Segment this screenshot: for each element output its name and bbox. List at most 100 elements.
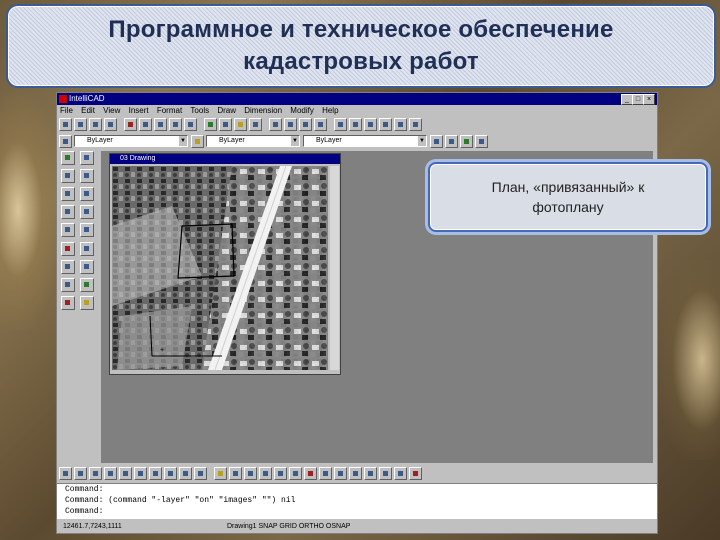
menu-insert[interactable]: Insert <box>129 106 149 115</box>
menu-dimension[interactable]: Dimension <box>244 106 282 115</box>
area-icon[interactable] <box>274 466 287 480</box>
osnap-intersection-icon[interactable] <box>89 466 102 480</box>
trim-icon[interactable] <box>61 241 75 256</box>
background-glow-right <box>660 260 720 460</box>
osnap-nearest-icon[interactable] <box>179 466 192 480</box>
scale-icon[interactable] <box>80 223 94 238</box>
osnap-quadrant-icon[interactable] <box>119 466 132 480</box>
linetype-icon[interactable] <box>249 117 262 131</box>
point-icon[interactable] <box>80 151 94 165</box>
select-icon[interactable] <box>61 151 75 165</box>
list-icon[interactable] <box>475 134 488 148</box>
osnap-endpoint-icon[interactable] <box>59 466 72 480</box>
osnap-center-icon[interactable] <box>104 466 117 480</box>
pencil-icon[interactable] <box>214 466 227 480</box>
menu-view[interactable]: View <box>103 106 120 115</box>
redo-icon[interactable] <box>184 117 197 131</box>
osnap-node-icon[interactable] <box>164 466 177 480</box>
command-prompt[interactable]: Command: <box>65 506 657 517</box>
menu-modify[interactable]: Modify <box>290 106 314 115</box>
close-button[interactable]: × <box>643 94 655 105</box>
layer-select[interactable]: ByLayer ▼ <box>74 135 188 147</box>
rectangle-icon[interactable] <box>394 117 407 131</box>
pan-icon[interactable] <box>269 117 282 131</box>
layer-manager-icon[interactable] <box>59 134 72 148</box>
fillet-icon[interactable] <box>61 277 75 292</box>
block-icon[interactable] <box>319 466 332 480</box>
status-modes[interactable]: Drawing1 SNAP GRID ORTHO OSNAP <box>227 521 350 533</box>
attribute-icon[interactable] <box>334 466 347 480</box>
mirror-icon[interactable] <box>80 187 94 202</box>
line-icon[interactable] <box>334 117 347 131</box>
callout-line-2: фотоплану <box>532 199 604 215</box>
menu-bar: File Edit View Insert Format Tools Draw … <box>57 105 657 116</box>
erase-icon[interactable] <box>80 169 94 184</box>
osnap-insert-icon[interactable] <box>194 466 207 480</box>
app-icon <box>59 95 67 103</box>
stop-icon[interactable] <box>304 466 317 480</box>
new-file-icon[interactable] <box>59 117 72 131</box>
arc-icon[interactable] <box>364 117 377 131</box>
menu-tools[interactable]: Tools <box>190 106 209 115</box>
circle-icon[interactable] <box>379 117 392 131</box>
image-manager-icon[interactable] <box>364 466 377 480</box>
explode-icon[interactable] <box>80 277 94 292</box>
color-icon[interactable] <box>234 117 247 131</box>
chamfer-icon[interactable] <box>80 259 94 274</box>
view-icon[interactable] <box>394 466 407 480</box>
paste-icon[interactable] <box>154 117 167 131</box>
move-icon[interactable] <box>61 169 75 184</box>
save-icon[interactable] <box>89 117 102 131</box>
color-select[interactable]: ByLayer ▼ <box>206 135 300 147</box>
plot-style-icon[interactable] <box>445 134 458 148</box>
aerial-photo-image[interactable]: + <box>112 166 328 370</box>
print-icon[interactable] <box>104 117 117 131</box>
copy-icon[interactable] <box>139 117 152 131</box>
menu-help[interactable]: Help <box>322 106 338 115</box>
xref-icon[interactable] <box>349 466 362 480</box>
array-icon[interactable] <box>80 205 94 220</box>
rotate-icon[interactable] <box>61 223 75 238</box>
annotation-callout: План, «привязанный» к фотоплану <box>428 162 708 232</box>
render-icon[interactable] <box>409 466 422 480</box>
chevron-down-icon[interactable]: ▼ <box>291 136 299 146</box>
zoom-icon[interactable] <box>284 117 297 131</box>
menu-edit[interactable]: Edit <box>81 106 95 115</box>
color-picker-icon[interactable] <box>191 134 204 148</box>
command-line[interactable]: Command: Command: (command "-layer" "on"… <box>57 483 657 519</box>
chevron-down-icon[interactable]: ▼ <box>179 136 187 146</box>
zoom-window-icon[interactable] <box>299 117 312 131</box>
menu-draw[interactable]: Draw <box>217 106 236 115</box>
properties-icon[interactable] <box>204 117 217 131</box>
undo-icon[interactable] <box>169 117 182 131</box>
chevron-down-icon[interactable]: ▼ <box>418 136 426 146</box>
osnap-perpendicular-icon[interactable] <box>149 466 162 480</box>
linetype-select[interactable]: ByLayer ▼ <box>303 135 427 147</box>
layer-icon[interactable] <box>219 117 232 131</box>
cut-icon[interactable] <box>124 117 137 131</box>
text-icon[interactable] <box>409 117 422 131</box>
image-attach-icon[interactable] <box>80 295 94 310</box>
polyline-icon[interactable] <box>349 117 362 131</box>
osnap-midpoint-icon[interactable] <box>74 466 87 480</box>
ucs-icon[interactable] <box>379 466 392 480</box>
hatch-icon[interactable] <box>61 295 75 310</box>
open-file-icon[interactable] <box>74 117 87 131</box>
osnap-tangent-icon[interactable] <box>134 466 147 480</box>
match-properties-icon[interactable] <box>460 134 473 148</box>
copy-object-icon[interactable] <box>61 187 75 202</box>
measure-icon[interactable] <box>244 466 257 480</box>
id-point-icon[interactable] <box>289 466 302 480</box>
break-icon[interactable] <box>61 259 75 274</box>
image-drawing-window[interactable]: 03 Drawing + <box>109 153 341 375</box>
offset-icon[interactable] <box>61 205 75 220</box>
zoom-extents-icon[interactable] <box>314 117 327 131</box>
extend-icon[interactable] <box>80 241 94 256</box>
distance-icon[interactable] <box>259 466 272 480</box>
menu-file[interactable]: File <box>60 106 73 115</box>
lineweight-icon[interactable] <box>430 134 443 148</box>
vertical-scrollbar[interactable] <box>330 166 339 370</box>
menu-format[interactable]: Format <box>157 106 182 115</box>
title-line-1: Программное и техническое обеспечение <box>108 16 614 43</box>
triangle-icon[interactable] <box>229 466 242 480</box>
